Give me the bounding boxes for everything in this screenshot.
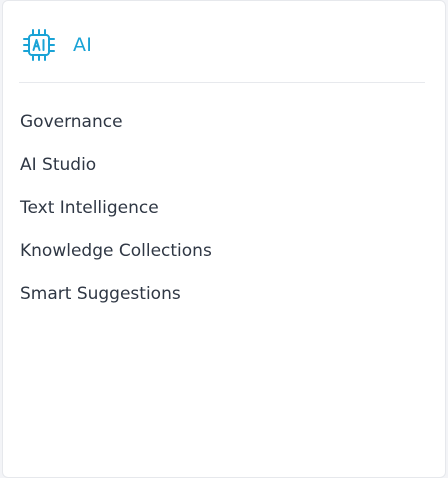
menu-item-knowledge-collections[interactable]: Knowledge Collections xyxy=(20,238,212,281)
menu-item-text-intelligence[interactable]: Text Intelligence xyxy=(20,195,212,238)
ai-chip-icon xyxy=(23,29,55,61)
ai-menu-list: Governance AI Studio Text Intelligence K… xyxy=(20,109,212,324)
menu-item-governance[interactable]: Governance xyxy=(20,109,212,152)
section-header: AI xyxy=(21,27,92,63)
menu-item-ai-studio[interactable]: AI Studio xyxy=(20,152,212,195)
section-title: AI xyxy=(73,34,93,56)
header-divider xyxy=(19,82,425,83)
ai-menu-panel: AI Governance AI Studio Text Intelligenc… xyxy=(2,0,446,478)
menu-item-smart-suggestions[interactable]: Smart Suggestions xyxy=(20,281,212,324)
